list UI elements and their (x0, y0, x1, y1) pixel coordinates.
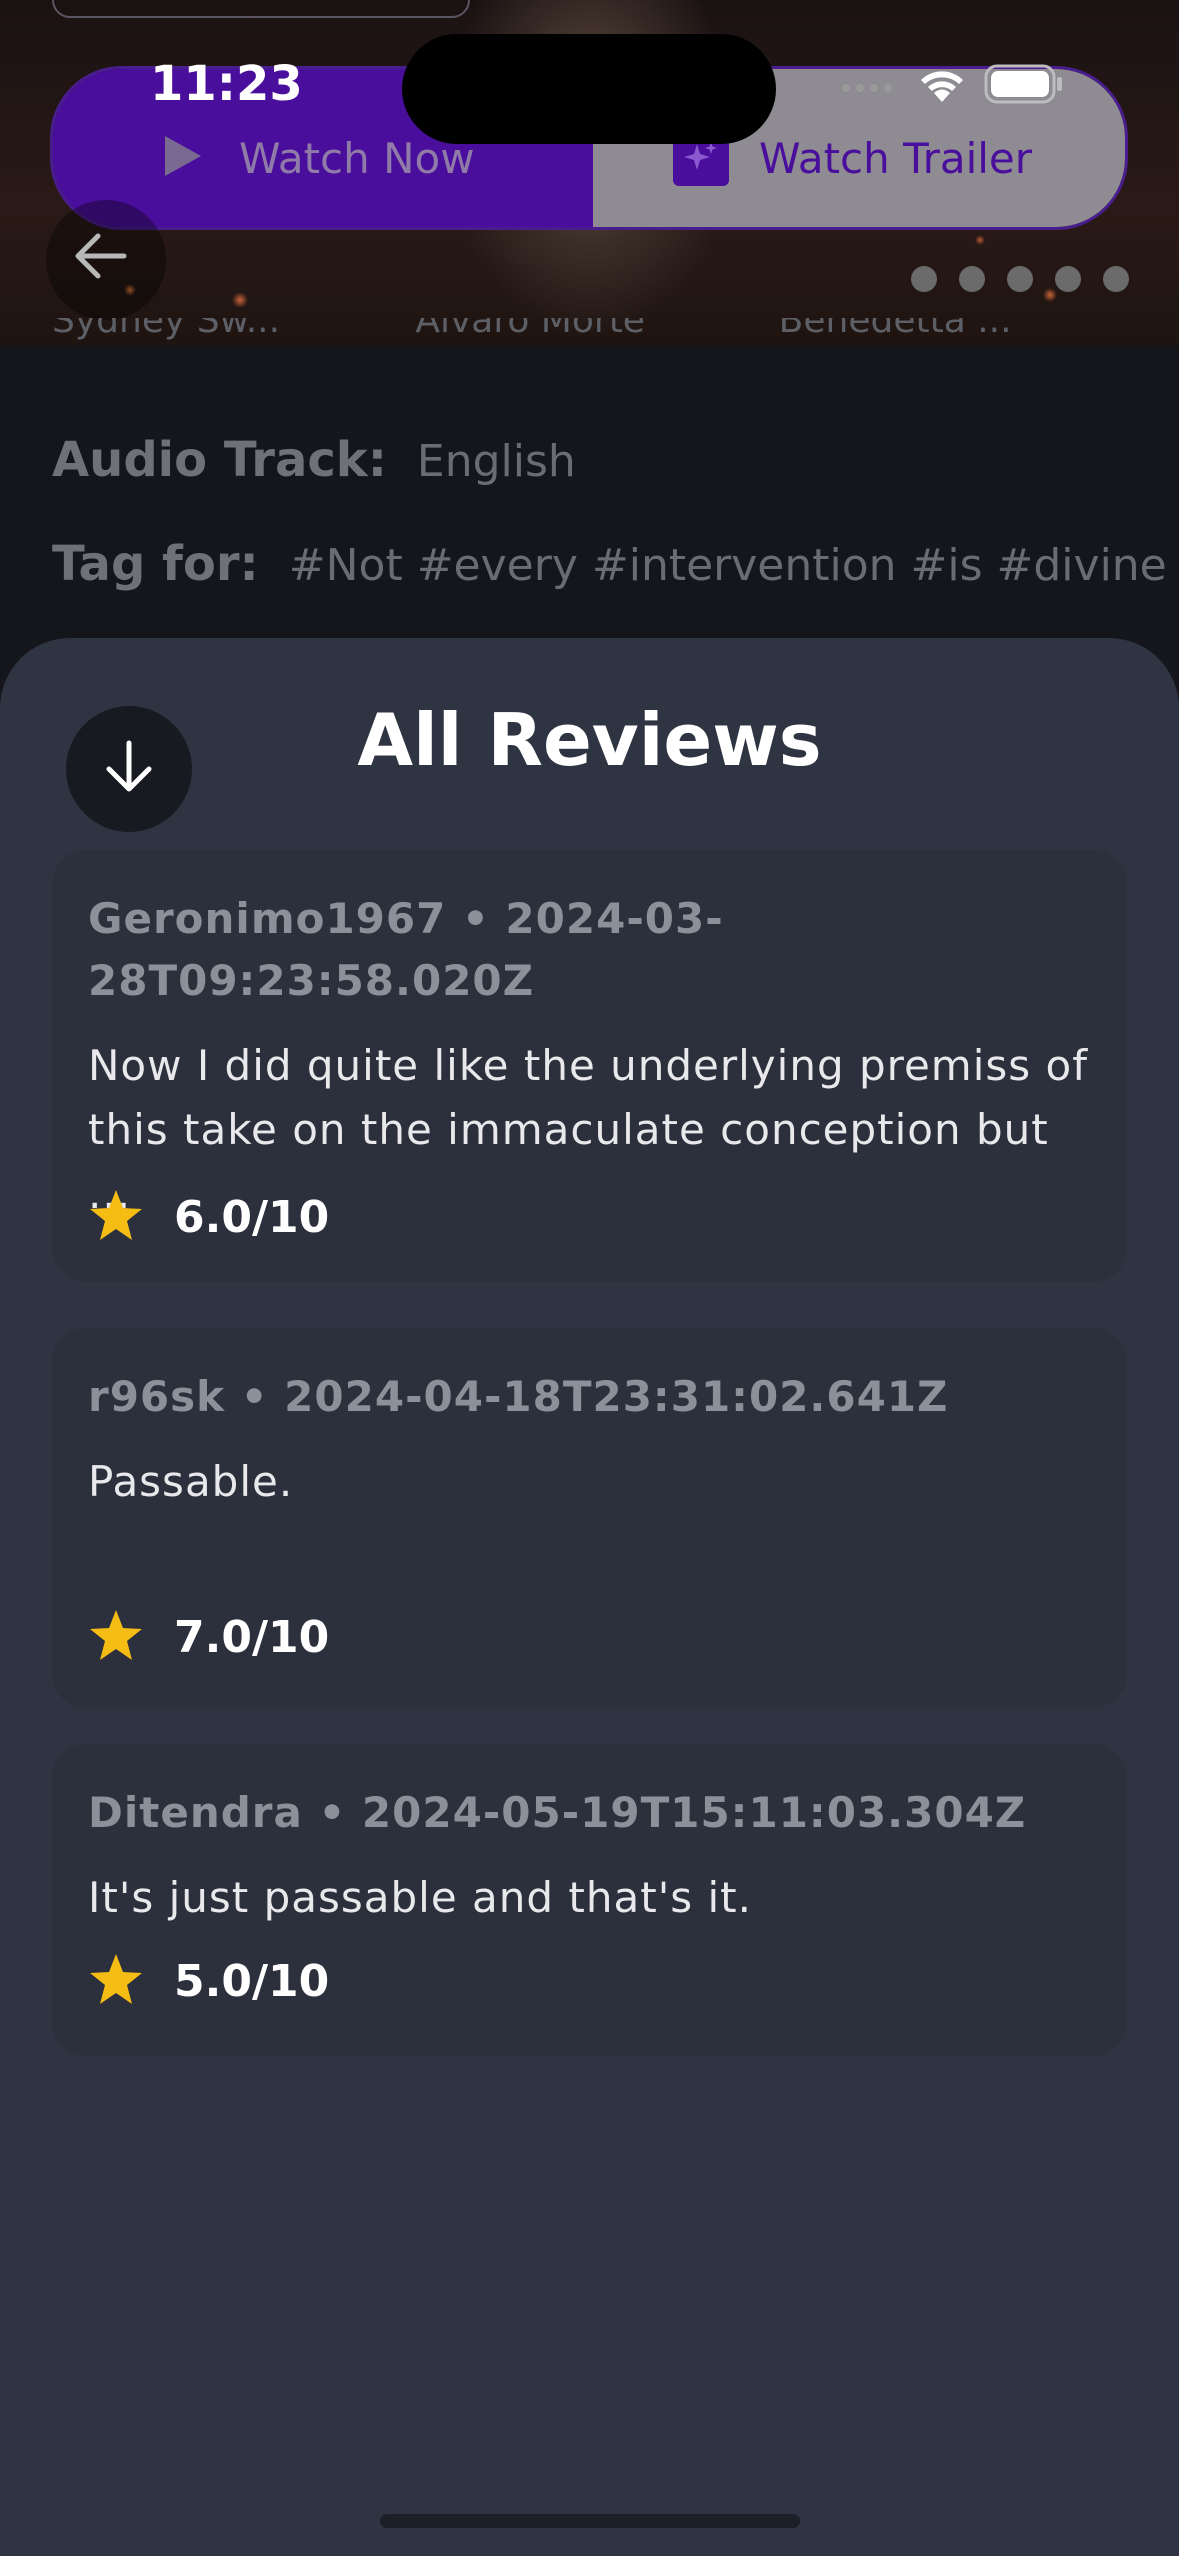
cast-name[interactable]: Benedetta ... (779, 318, 1142, 348)
tags-value: #Not #every #intervention #is #divine (288, 540, 1167, 591)
review-meta: Ditendra • 2024-05-19T15:11:03.304Z (88, 1788, 1027, 1837)
star-icon (88, 1188, 144, 1246)
page-dot[interactable] (1103, 266, 1129, 292)
dynamic-island (402, 34, 776, 144)
review-card[interactable]: Geronimo1967 • 2024-03-28T09:23:58.020Z … (52, 850, 1127, 1282)
battery-icon (984, 64, 1064, 108)
page-dot[interactable] (959, 266, 985, 292)
audio-track-row: Audio Track: English (52, 432, 576, 488)
page-dot[interactable] (911, 266, 937, 292)
star-icon (88, 1608, 144, 1666)
page-indicator (911, 266, 1129, 292)
review-card[interactable]: r96sk • 2024-04-18T23:31:02.641Z Passabl… (52, 1328, 1127, 1708)
play-icon (163, 114, 203, 182)
home-indicator[interactable] (380, 2514, 800, 2528)
page-dot[interactable] (1055, 266, 1081, 292)
audio-track-value: English (416, 436, 576, 487)
rating-value: 7.0/10 (174, 1611, 330, 1663)
signal-icon (840, 77, 900, 96)
status-icons (840, 64, 1064, 108)
review-rating: 6.0/10 (88, 1188, 329, 1246)
cast-name[interactable]: Sydney Sw... (52, 318, 415, 348)
tags-row: Tag for: #Not #every #intervention #is #… (52, 536, 1167, 592)
review-rating: 7.0/10 (88, 1608, 329, 1666)
sheet-title: All Reviews (357, 698, 822, 782)
watch-trailer-label: Watch Trailer (759, 133, 1033, 183)
review-meta: r96sk • 2024-04-18T23:31:02.641Z (88, 1372, 949, 1421)
audio-track-label: Audio Track: (52, 432, 387, 488)
review-text: Passable. (88, 1457, 294, 1506)
star-icon (88, 1952, 144, 2010)
review-rating: 5.0/10 (88, 1952, 329, 2010)
back-arrow-icon (72, 232, 128, 284)
wifi-icon (916, 64, 968, 108)
back-button[interactable] (52, 210, 148, 306)
review-card[interactable]: Ditendra • 2024-05-19T15:11:03.304Z It's… (52, 1744, 1127, 2056)
hero-top-pill (52, 0, 470, 18)
cast-row: Sydney Sw... Álvaro Morte Benedetta ... (52, 318, 1142, 348)
cast-name[interactable]: Álvaro Morte (415, 318, 778, 348)
rating-value: 5.0/10 (174, 1955, 330, 2007)
tags-label: Tag for: (52, 536, 259, 592)
status-time: 11:23 (150, 56, 303, 112)
review-text: It's just passable and that's it. (88, 1873, 752, 1922)
rating-value: 6.0/10 (174, 1191, 330, 1243)
page-dot[interactable] (1007, 266, 1033, 292)
review-meta: Geronimo1967 • 2024-03-28T09:23:58.020Z (88, 894, 724, 1005)
